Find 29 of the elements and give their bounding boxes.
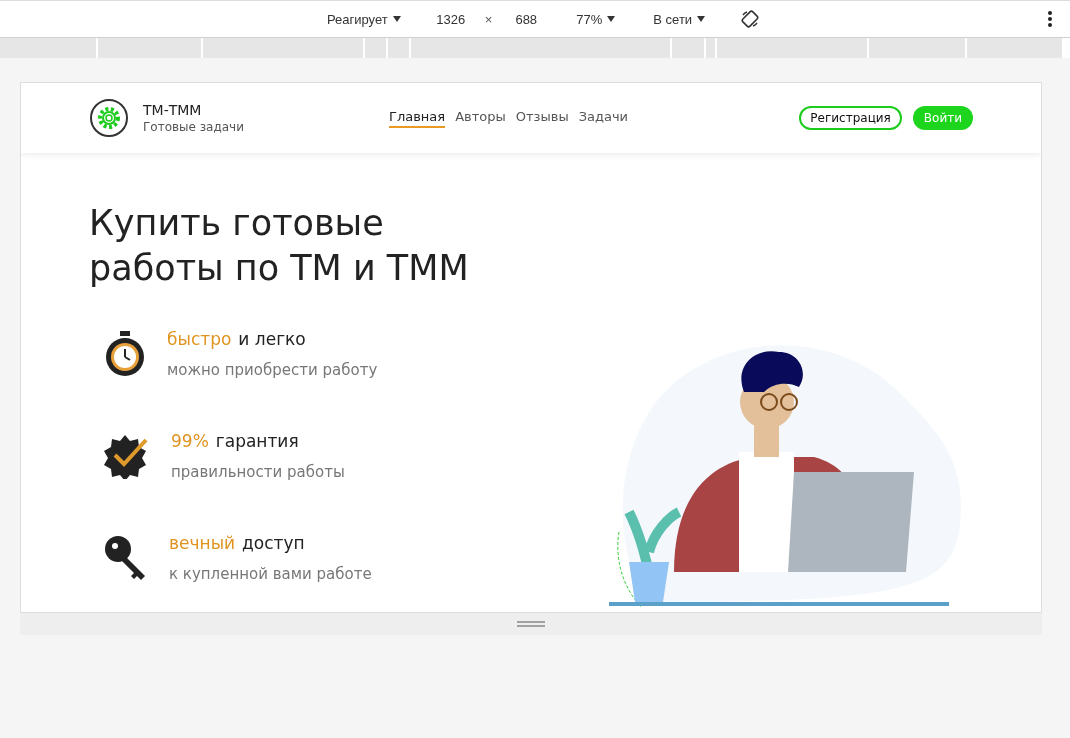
feature-title: и легко	[238, 329, 306, 349]
caret-icon	[697, 16, 706, 22]
device-preset-dropdown[interactable]: Реагирует	[320, 9, 407, 29]
site-name: ТМ-ТММ	[143, 102, 203, 118]
feature-highlight: вечный	[169, 533, 236, 553]
hero-title: Купить готовые работы по ТМ и ТММ	[89, 202, 470, 290]
register-button[interactable]: Регистрация	[799, 106, 902, 130]
feature-highlight: 99%	[171, 431, 209, 451]
nav-link[interactable]: Авторы	[455, 108, 506, 128]
caret-icon	[607, 16, 616, 22]
stopwatch-icon	[103, 330, 147, 378]
more-options-icon[interactable]	[1048, 11, 1052, 27]
feature-title: доступ	[242, 533, 305, 553]
zoom-dropdown[interactable]: 77%	[570, 9, 622, 29]
gear-logo-icon	[89, 98, 129, 138]
nav-link[interactable]: Задачи	[578, 108, 629, 128]
rotate-icon[interactable]	[741, 10, 760, 28]
feature-caption: можно приобрести работу	[167, 361, 378, 379]
feature-highlight: быстро	[167, 329, 232, 349]
resize-handle-icon[interactable]	[517, 621, 545, 627]
times-sign: ×	[484, 11, 493, 27]
caret-icon	[392, 16, 401, 22]
nav-link[interactable]: Отзывы	[515, 108, 569, 128]
site-tagline: Готовые задачи	[143, 120, 244, 134]
feature-title: гарантия	[215, 431, 299, 451]
network-dropdown[interactable]: В сети	[647, 9, 712, 29]
feature-caption: правильности работы	[171, 463, 345, 481]
nav-link[interactable]: Главная	[389, 108, 446, 128]
feature-caption: к купленной вами работе	[169, 565, 372, 583]
